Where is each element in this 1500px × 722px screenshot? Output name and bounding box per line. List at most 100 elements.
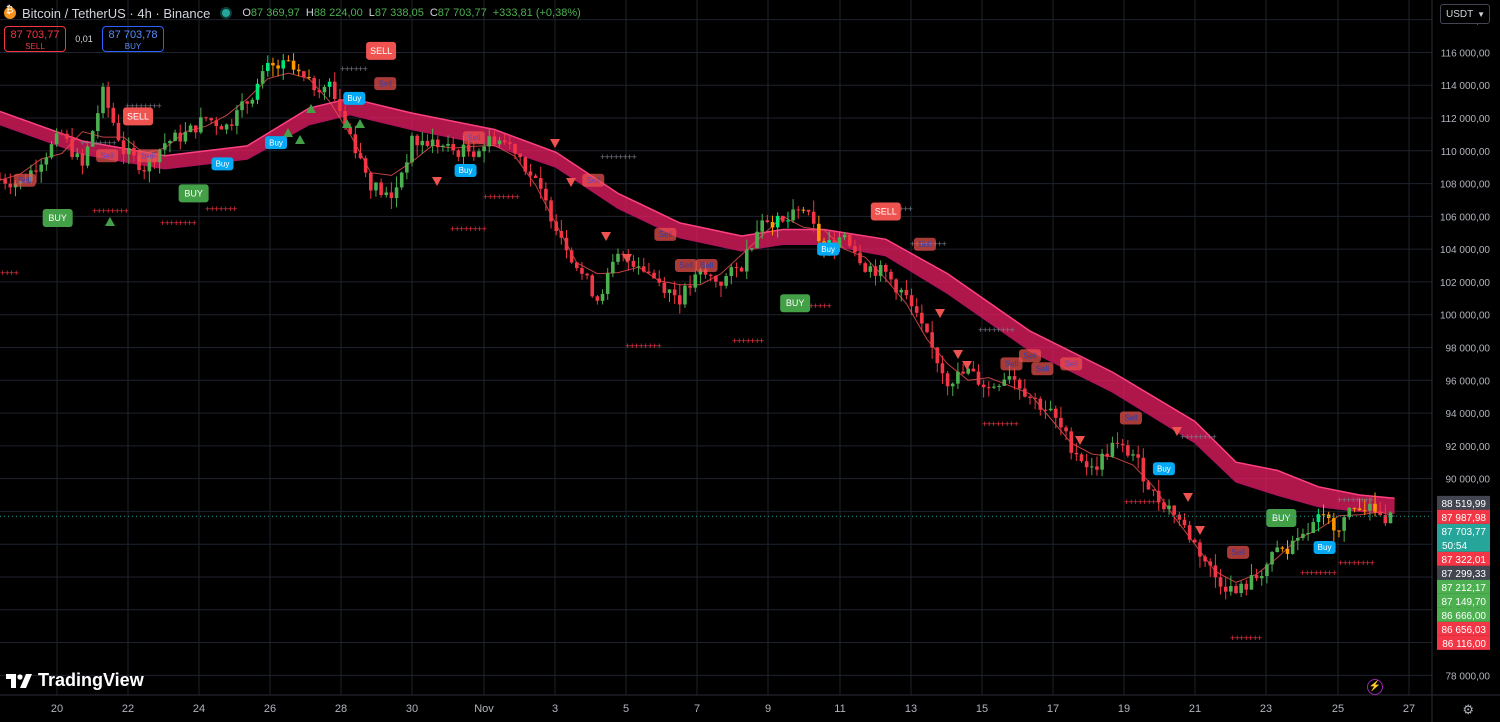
candle-body bbox=[781, 215, 785, 222]
candle-body bbox=[322, 86, 327, 93]
lightning-icon[interactable]: ⚡ bbox=[1367, 679, 1383, 695]
candle-body bbox=[1316, 514, 1321, 523]
stop-marker: + bbox=[942, 240, 947, 250]
price-axis-tag-value: 87 212,17 bbox=[1442, 583, 1487, 594]
candle-body bbox=[1100, 453, 1104, 470]
y-tick-label: 78 000,00 bbox=[1446, 671, 1491, 682]
candle-body bbox=[116, 122, 121, 141]
y-tick-label: 94 000,00 bbox=[1446, 409, 1491, 420]
candle-body bbox=[389, 192, 394, 199]
candle-body bbox=[688, 285, 692, 288]
candle-body bbox=[209, 118, 213, 121]
candle-body bbox=[847, 234, 852, 246]
candle-body bbox=[1115, 442, 1120, 444]
signal-tag: Buy bbox=[1152, 462, 1175, 476]
stop-marker: + bbox=[1332, 569, 1337, 579]
currency-selector[interactable]: USDT ▼ bbox=[1440, 4, 1490, 24]
candle-body bbox=[533, 175, 538, 179]
candle-body bbox=[492, 136, 497, 145]
candle-body bbox=[255, 83, 260, 100]
candle-body bbox=[430, 139, 435, 146]
signal-tag-label: Sell bbox=[1124, 414, 1138, 423]
candle-body bbox=[466, 144, 471, 152]
candle-body bbox=[276, 65, 280, 69]
candle-body bbox=[1213, 565, 1218, 578]
candle-body bbox=[39, 164, 43, 172]
candle-body bbox=[1259, 576, 1264, 579]
x-tick-label: 15 bbox=[976, 703, 988, 715]
signal-tag-label: Buy bbox=[216, 160, 230, 169]
x-tick-label: 5 bbox=[623, 703, 629, 715]
candle-body bbox=[374, 182, 378, 191]
candle-body bbox=[1033, 397, 1037, 399]
signal-tag: Sell bbox=[96, 149, 119, 163]
signal-tag-label: BUY bbox=[1272, 513, 1291, 523]
signal-tag: Sell bbox=[674, 259, 697, 273]
candle-body bbox=[497, 140, 502, 145]
candle-body bbox=[472, 151, 476, 157]
candle-body bbox=[1012, 376, 1017, 380]
candle-body bbox=[1311, 522, 1316, 534]
x-tick-label: 19 bbox=[1118, 703, 1130, 715]
candle-body bbox=[636, 266, 641, 268]
candle-body bbox=[502, 140, 507, 143]
x-tick-label: 13 bbox=[905, 703, 917, 715]
signal-tag-label: Buy bbox=[1157, 464, 1171, 473]
candle-body bbox=[1110, 442, 1115, 457]
candle-body bbox=[219, 126, 224, 130]
price-axis-countdown: 50:54 bbox=[1442, 541, 1467, 552]
sell-button[interactable]: 87 703,77 SELL bbox=[4, 26, 66, 52]
candle-body bbox=[85, 146, 90, 166]
price-chart[interactable]: + + + + + + + ++ + + + + + + ++ + + + + + ++ + + + + + + ++ + + + + + + ++… bbox=[0, 0, 1500, 722]
price-axis-tag-value: 87 299,33 bbox=[1442, 569, 1487, 580]
signal-tag-label: Sell bbox=[18, 176, 32, 185]
stop-marker: + bbox=[232, 205, 237, 215]
buy-button[interactable]: 87 703,78 BUY bbox=[102, 26, 164, 52]
signal-tag: SELL bbox=[870, 202, 901, 221]
chart-background bbox=[0, 0, 1500, 722]
candle-body bbox=[1229, 585, 1233, 592]
x-tick-label: 9 bbox=[765, 703, 771, 715]
candle-body bbox=[1064, 427, 1068, 432]
candle-body bbox=[544, 188, 548, 201]
candle-body bbox=[312, 78, 316, 91]
signal-tag: Sell bbox=[695, 259, 718, 273]
currency-value: USDT bbox=[1446, 9, 1474, 20]
candle-body bbox=[1172, 505, 1176, 515]
stop-marker: + bbox=[112, 139, 117, 149]
candle-body bbox=[132, 147, 136, 156]
candle-body bbox=[49, 144, 54, 158]
candle-body bbox=[564, 237, 569, 251]
candle-body bbox=[863, 263, 867, 272]
candle-body bbox=[394, 187, 399, 199]
candle-body bbox=[549, 200, 553, 222]
candle-body bbox=[616, 253, 620, 262]
signal-tag: Buy bbox=[1313, 540, 1336, 554]
stop-marker: + bbox=[157, 102, 162, 112]
symbol-title[interactable]: Bitcoin / TetherUS · 4h · Binance bbox=[22, 6, 210, 21]
candle-body bbox=[1378, 511, 1382, 516]
y-tick-label: 116 000,00 bbox=[1441, 48, 1491, 59]
candle-body bbox=[600, 293, 605, 301]
gear-icon[interactable]: ⚙ bbox=[1462, 702, 1474, 718]
candle-body bbox=[75, 153, 80, 158]
candle-body bbox=[224, 124, 229, 130]
candle-body bbox=[317, 90, 322, 93]
candle-body bbox=[884, 264, 888, 272]
candle-body bbox=[1177, 514, 1182, 520]
x-tick-label: 21 bbox=[1189, 703, 1201, 715]
candle-body bbox=[1244, 583, 1249, 590]
candle-body bbox=[714, 275, 718, 282]
signal-tag: Buy bbox=[265, 136, 288, 150]
signal-tag: Buy bbox=[343, 91, 366, 105]
candle-body bbox=[1203, 556, 1207, 562]
candle-body bbox=[1023, 388, 1027, 397]
candle-body bbox=[245, 101, 249, 104]
candle-body bbox=[1146, 481, 1151, 490]
candle-body bbox=[755, 231, 759, 249]
candle-body bbox=[1290, 540, 1295, 554]
candle-body bbox=[858, 252, 862, 264]
candle-body bbox=[760, 220, 764, 232]
candle-body bbox=[559, 231, 564, 238]
symbol-header: Bitcoin / TetherUS · 4h · Binance O87 36… bbox=[4, 4, 581, 22]
